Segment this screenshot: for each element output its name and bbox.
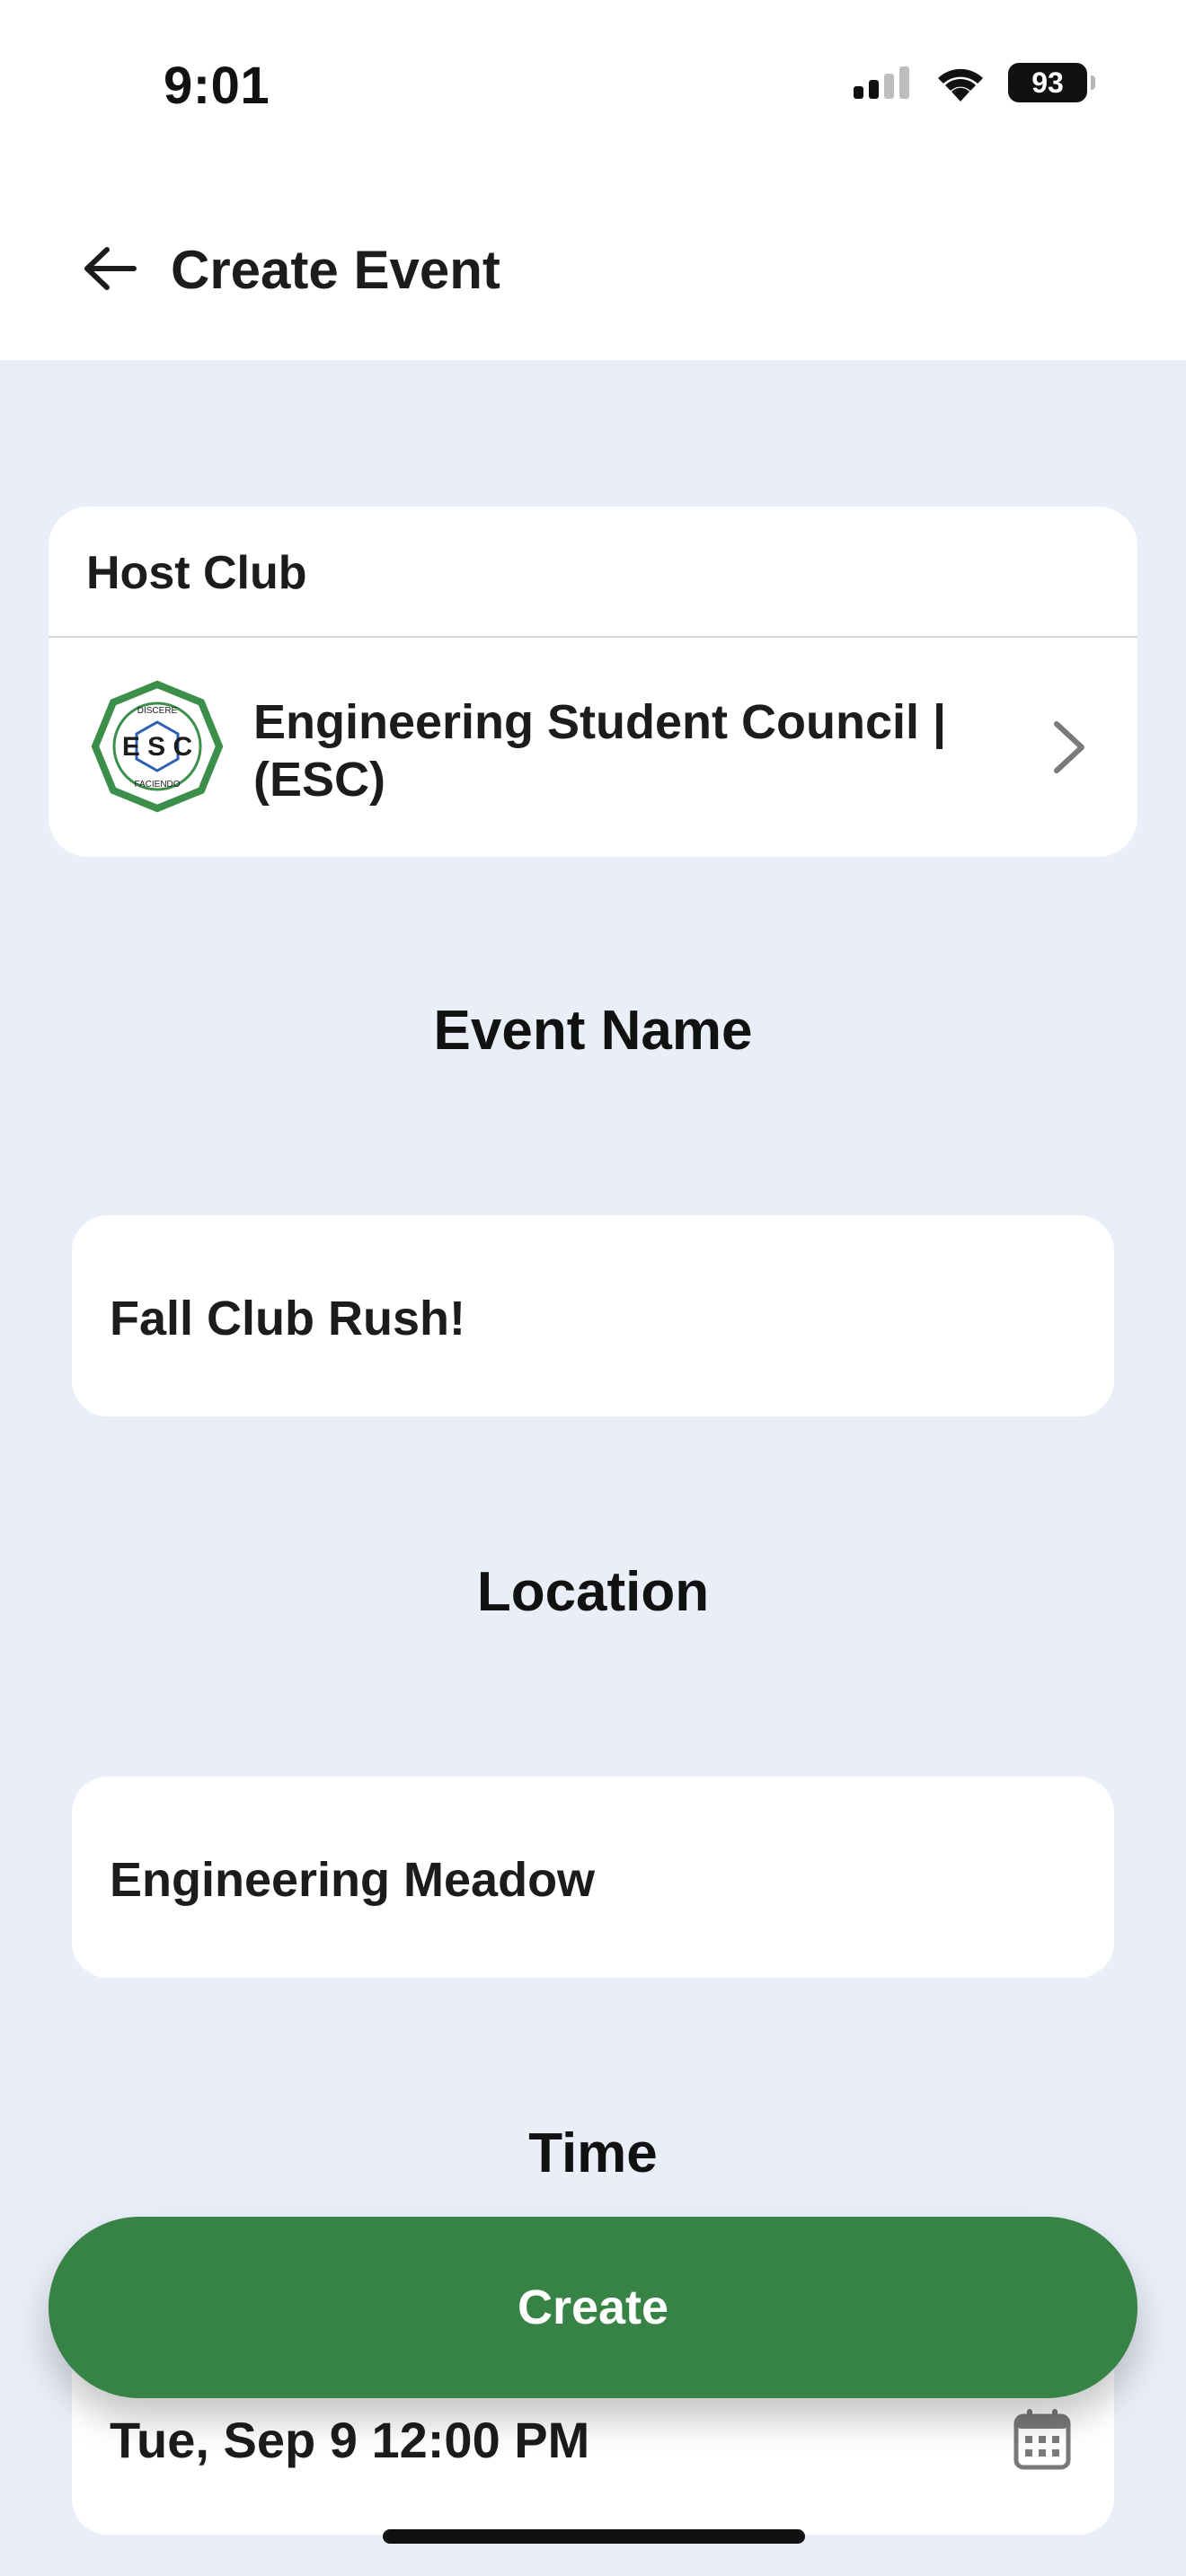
club-logo: E S C DISCERE FACIENDO (91, 680, 224, 813)
wifi-icon (938, 68, 983, 101)
club-logo-bottom-text: FACIENDO (134, 780, 180, 790)
battery-icon: 93 (1008, 63, 1095, 102)
host-club-card: Host Club E S C DISCERE FACIENDO Enginee… (49, 507, 1137, 857)
arrow-left-icon (84, 247, 137, 290)
home-indicator (383, 2529, 805, 2544)
status-icons: 93 (854, 63, 1095, 102)
back-button[interactable] (74, 239, 146, 298)
create-event-screen: 9:01 93 Create Event Host Club E S C DIS… (0, 0, 1186, 2576)
location-heading: Location (476, 1561, 710, 1623)
location-field[interactable]: Engineering Meadow (72, 1777, 1114, 1978)
battery-level: 93 (1031, 66, 1064, 99)
status-time: 9:01 (164, 57, 270, 115)
club-logo-initials: E S C (122, 732, 192, 762)
create-button[interactable]: Create (49, 2217, 1137, 2398)
club-name: Engineering Student Council | (ESC) (253, 695, 947, 807)
event-name-heading: Event Name (433, 1000, 753, 1062)
cellular-signal-icon (854, 66, 909, 99)
time-value: Tue, Sep 9 12:00 PM (110, 2412, 590, 2468)
event-name-field[interactable]: Fall Club Rush! (72, 1215, 1114, 1416)
calendar-icon[interactable] (1013, 2407, 1071, 2470)
create-button-label: Create (517, 2280, 669, 2334)
club-logo-top-text: DISCERE (137, 706, 178, 716)
page-title: Create Event (171, 240, 500, 300)
host-club-label: Host Club (86, 547, 307, 599)
top-bar: 9:01 93 Create Event (0, 0, 1186, 360)
chevron-right-icon (1054, 721, 1084, 773)
location-value: Engineering Meadow (110, 1853, 596, 1907)
header: Create Event (0, 216, 1186, 323)
event-name-value: Fall Club Rush! (110, 1292, 465, 1345)
host-club-selector[interactable]: E S C DISCERE FACIENDO Engineering Stude… (49, 638, 1137, 857)
time-heading: Time (528, 2122, 658, 2184)
